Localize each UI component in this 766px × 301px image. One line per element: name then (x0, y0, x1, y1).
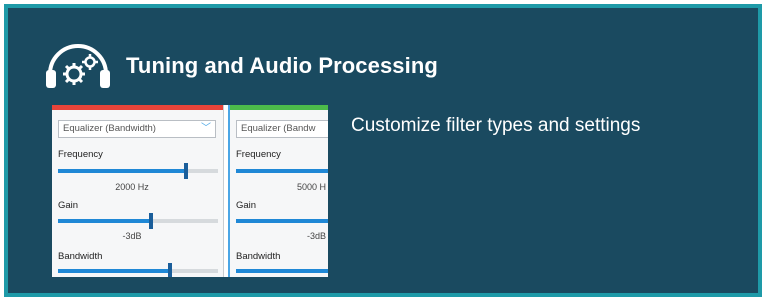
slider-handle[interactable] (148, 213, 153, 229)
slider-fill (236, 269, 328, 273)
frequency-slider[interactable] (58, 163, 218, 179)
slider-fill (58, 269, 170, 273)
panel-accent-bar (52, 105, 223, 110)
bandwidth-slider[interactable] (58, 263, 218, 277)
equalizer-thumbnail: Equalizer (Bandwidth) ﹀ Frequency 2000 H… (52, 105, 328, 277)
frequency-label: Frequency (236, 149, 281, 160)
filter-type-dropdown[interactable]: Equalizer (Bandw (236, 120, 328, 138)
gain-value: -3dB (306, 231, 326, 241)
slider-fill (236, 169, 328, 173)
gain-slider[interactable] (236, 219, 328, 223)
panel-accent-bar (230, 105, 328, 110)
slider-handle[interactable] (168, 263, 172, 277)
bandwidth-label: Bandwidth (58, 251, 103, 262)
equalizer-panel-2: Equalizer (Bandw Frequency 5000 H Gain -… (228, 105, 328, 277)
card-title: Tuning and Audio Processing (126, 53, 438, 78)
gain-value: -3dB (122, 231, 142, 241)
slider-handle[interactable] (184, 163, 188, 179)
slider-fill (58, 169, 186, 173)
bandwidth-slider[interactable] (236, 269, 328, 273)
chevron-down-icon: ﹀ (201, 123, 211, 134)
card-description: Customize filter types and settings (351, 115, 641, 136)
frequency-label: Frequency (58, 149, 103, 160)
frequency-value: 2000 Hz (115, 182, 149, 192)
bandwidth-label: Bandwidth (236, 251, 281, 262)
card-header: Tuning and Audio Processing (44, 36, 438, 96)
headphones-gear-icon (46, 44, 110, 88)
dropdown-value: Equalizer (Bandwidth) (63, 123, 156, 134)
dropdown-value: Equalizer (Bandw (241, 123, 316, 134)
frequency-value: 5000 H (296, 182, 326, 192)
filter-type-dropdown[interactable]: Equalizer (Bandwidth) ﹀ (58, 120, 216, 138)
slider-fill (236, 219, 328, 223)
gain-label: Gain (236, 200, 257, 211)
gain-slider[interactable] (58, 213, 218, 229)
frequency-slider[interactable] (236, 169, 328, 173)
feature-card[interactable]: Tuning and Audio Processing Equalizer (B… (4, 4, 762, 297)
equalizer-panel-1: Equalizer (Bandwidth) ﹀ Frequency 2000 H… (52, 105, 224, 277)
gain-label: Gain (58, 200, 79, 211)
slider-fill (58, 219, 151, 223)
